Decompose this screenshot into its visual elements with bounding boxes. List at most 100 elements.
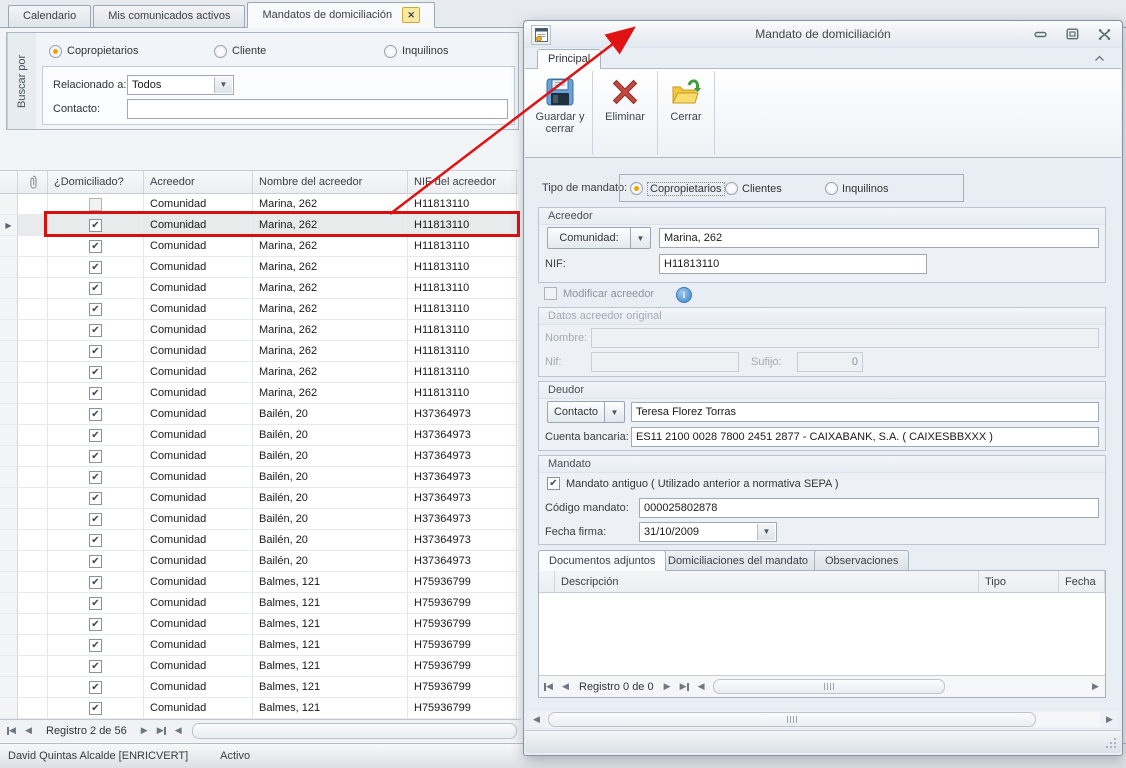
chevron-down-icon[interactable]: ▼ (757, 524, 775, 540)
column-header-nif-acreedor[interactable]: NIF del acreedor (408, 171, 517, 193)
tab-observaciones[interactable]: Observaciones (814, 550, 910, 571)
domiciliado-cell[interactable]: ✔ (48, 572, 144, 592)
radio-copropietarios[interactable]: Copropietarios (49, 44, 139, 58)
info-icon[interactable]: i (676, 287, 692, 303)
scroll-left-button[interactable]: ◀ (171, 723, 186, 739)
column-header-fecha[interactable]: Fecha (1059, 571, 1105, 592)
domiciliado-cell[interactable]: ✔ (48, 362, 144, 382)
minimize-icon[interactable] (1032, 27, 1048, 41)
contacto-input[interactable] (127, 99, 508, 119)
column-header-tipo[interactable]: Tipo (979, 571, 1059, 592)
eliminar-button[interactable]: Eliminar (596, 69, 654, 157)
chevron-down-icon[interactable]: ▼ (214, 77, 232, 93)
table-row[interactable]: ✔ Comunidad Bailén, 20 H37364973 (0, 467, 518, 488)
doc-scrollbar-thumb[interactable] (712, 679, 946, 694)
domiciliado-checkbox[interactable]: ✔ (89, 260, 102, 274)
tab-calendario[interactable]: Calendario (8, 5, 92, 27)
doc-previous-record-button[interactable]: ◀ (558, 679, 573, 695)
dialog-title-bar[interactable]: Mandato de domiciliación (524, 21, 1122, 48)
radio-inquilinos[interactable]: Inquilinos (384, 44, 448, 58)
domiciliado-cell[interactable]: ✔ (48, 320, 144, 340)
domiciliado-cell[interactable]: ✔ (48, 593, 144, 613)
fecha-firma-select[interactable]: 31/10/2009 ▼ (639, 522, 777, 542)
domiciliado-checkbox[interactable] (89, 197, 102, 211)
radio-inquilinos-dialog[interactable]: Inquilinos (825, 181, 888, 196)
domiciliado-checkbox[interactable]: ✔ (89, 365, 102, 379)
table-row[interactable]: ✔ Comunidad Marina, 262 H11813110 (0, 299, 518, 320)
table-row[interactable]: ✔ Comunidad Marina, 262 H11813110 (0, 320, 518, 341)
table-row[interactable]: ✔ Comunidad Marina, 262 H11813110 (0, 383, 518, 404)
doc-last-record-button[interactable]: ▶ (677, 679, 692, 695)
close-tab-icon[interactable]: ✕ (402, 7, 421, 23)
column-header-descripcion[interactable]: Descripción (555, 571, 979, 592)
domiciliado-checkbox[interactable]: ✔ (89, 701, 102, 715)
deudor-nombre-field[interactable]: Teresa Florez Torras (631, 402, 1099, 422)
doc-scroll-left-button[interactable]: ◀ (694, 679, 709, 695)
cuenta-bancaria-field[interactable]: ES11 2100 0028 7800 2451 2877 - CAIXABAN… (631, 427, 1099, 447)
deudor-tipo-button[interactable]: Contacto ▼ (547, 401, 625, 423)
guardar-y-cerrar-button[interactable]: Guardar y cerrar (531, 69, 589, 157)
table-row[interactable]: ✔ Comunidad Balmes, 121 H75936799 (0, 698, 518, 719)
next-record-button[interactable]: ▶ (137, 723, 152, 739)
column-header-nombre-acreedor[interactable]: Nombre del acreedor (253, 171, 408, 193)
modificar-acreedor-checkbox[interactable] (544, 287, 557, 300)
domiciliado-checkbox[interactable]: ✔ (89, 554, 102, 568)
domiciliado-cell[interactable]: ✔ (48, 425, 144, 445)
table-row[interactable]: ✔ Comunidad Bailén, 20 H37364973 (0, 488, 518, 509)
first-record-button[interactable]: ◀ (4, 723, 19, 739)
row-indicator-column-header[interactable] (0, 171, 18, 193)
domiciliado-checkbox[interactable]: ✔ (89, 323, 102, 337)
domiciliado-checkbox[interactable]: ✔ (89, 617, 102, 631)
tab-documentos-adjuntos[interactable]: Documentos adjuntos (538, 550, 667, 571)
table-row[interactable]: ✔ Comunidad Bailén, 20 H37364973 (0, 509, 518, 530)
domiciliado-checkbox[interactable]: ✔ (89, 638, 102, 652)
domiciliado-checkbox[interactable]: ✔ (89, 680, 102, 694)
radio-clientes-dialog[interactable]: Clientes (725, 181, 782, 196)
domiciliado-checkbox[interactable]: ✔ (89, 491, 102, 505)
domiciliado-cell[interactable]: ✔ (48, 551, 144, 571)
dialog-horizontal-scrollbar[interactable]: ◀ ▶ (529, 711, 1117, 728)
domiciliado-cell[interactable]: ✔ (48, 383, 144, 403)
domiciliado-cell[interactable]: ✔ (48, 446, 144, 466)
domiciliado-checkbox[interactable]: ✔ (89, 428, 102, 442)
domiciliado-checkbox[interactable]: ✔ (89, 239, 102, 253)
table-row[interactable]: ✔ Comunidad Balmes, 121 H75936799 (0, 614, 518, 635)
last-record-button[interactable]: ▶ (154, 723, 169, 739)
collapse-ribbon-icon[interactable] (1092, 52, 1106, 64)
column-header-acreedor[interactable]: Acreedor (144, 171, 253, 193)
domiciliado-checkbox[interactable]: ✔ (89, 596, 102, 610)
table-row[interactable]: ✔ Comunidad Marina, 262 H11813110 (0, 362, 518, 383)
codigo-mandato-field[interactable]: 000025802878 (639, 498, 1099, 518)
table-row[interactable]: ✔ Comunidad Balmes, 121 H75936799 (0, 656, 518, 677)
table-row[interactable]: ✔ Comunidad Bailén, 20 H37364973 (0, 530, 518, 551)
table-row[interactable]: ✔ Comunidad Balmes, 121 H75936799 (0, 593, 518, 614)
chevron-down-icon[interactable]: ▼ (631, 227, 651, 249)
resize-grip-icon[interactable] (1105, 737, 1117, 749)
domiciliado-cell[interactable]: ✔ (48, 278, 144, 298)
close-icon[interactable] (1096, 27, 1112, 41)
cerrar-button[interactable]: Cerrar (661, 69, 711, 157)
domiciliado-cell[interactable]: ✔ (48, 656, 144, 676)
domiciliado-cell[interactable]: ✔ (48, 404, 144, 424)
table-row[interactable]: ✔ Comunidad Marina, 262 H11813110 (0, 236, 518, 257)
table-row[interactable]: ✔ Comunidad Balmes, 121 H75936799 (0, 677, 518, 698)
chevron-down-icon[interactable]: ▼ (605, 401, 625, 423)
mandato-antiguo-checkbox[interactable]: ✔ (547, 477, 560, 490)
domiciliado-cell[interactable]: ✔ (48, 236, 144, 256)
dialog-scroll-left-button[interactable]: ◀ (529, 712, 544, 728)
horizontal-scrollbar-thumb[interactable] (191, 722, 517, 739)
dialog-scroll-track[interactable] (546, 712, 1100, 727)
tab-mandatos-de-domiciliacion[interactable]: Mandatos de domiciliación ✕ (247, 2, 436, 28)
table-row[interactable]: ✔ Comunidad Marina, 262 H11813110 (0, 278, 518, 299)
tab-domiciliaciones-del-mandato[interactable]: Domiciliaciones del mandato (657, 550, 820, 571)
domiciliado-cell[interactable]: ✔ (48, 467, 144, 487)
domiciliado-cell[interactable]: ✔ (48, 299, 144, 319)
dialog-scroll-right-button[interactable]: ▶ (1102, 712, 1117, 728)
domiciliado-cell[interactable]: ✔ (48, 341, 144, 361)
domiciliado-checkbox[interactable]: ✔ (89, 281, 102, 295)
domiciliado-cell[interactable]: ✔ (48, 530, 144, 550)
previous-record-button[interactable]: ◀ (21, 723, 36, 739)
column-header-domiciliado[interactable]: ¿Domiciliado? (48, 171, 144, 193)
relacionado-a-select[interactable]: Todos ▼ (127, 75, 234, 95)
domiciliado-cell[interactable]: ✔ (48, 698, 144, 718)
